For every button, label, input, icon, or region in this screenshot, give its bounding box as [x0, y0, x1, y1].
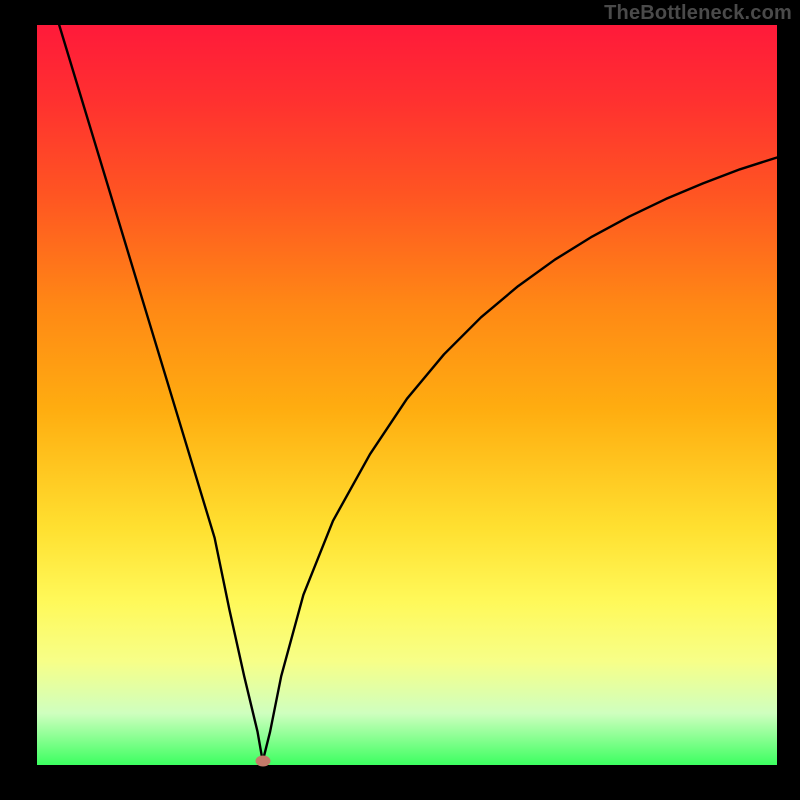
chart-frame: TheBottleneck.com [0, 0, 800, 800]
watermark-text: TheBottleneck.com [604, 2, 792, 25]
bottleneck-curve [59, 25, 777, 761]
plot-area [37, 25, 777, 765]
optimum-marker [255, 756, 270, 767]
curve-svg [37, 25, 777, 765]
